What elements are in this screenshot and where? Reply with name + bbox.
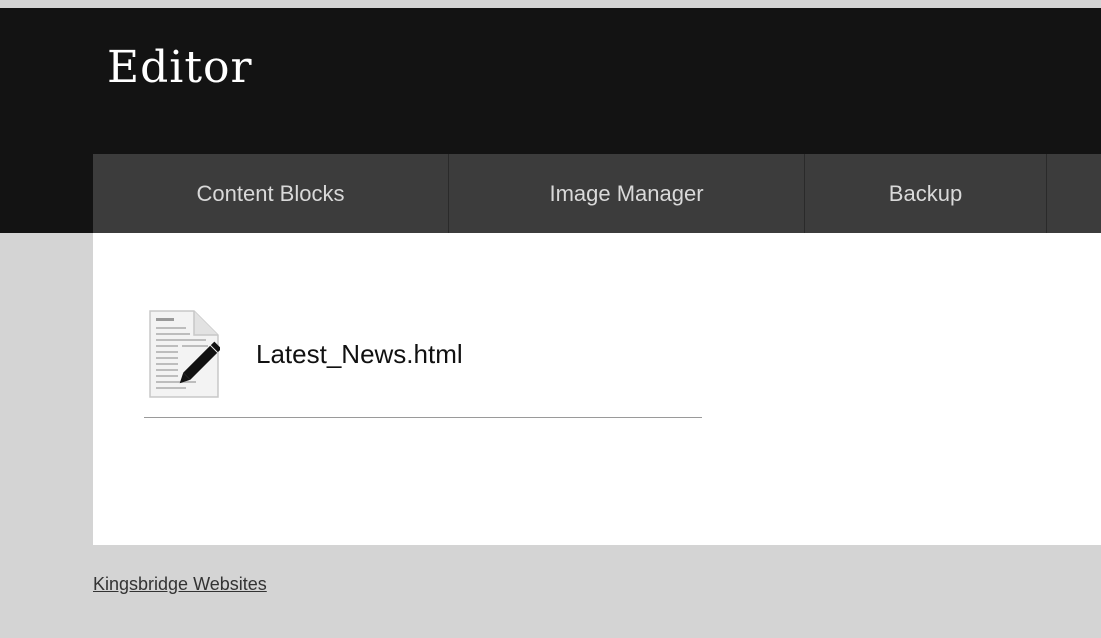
tab-content-blocks[interactable]: Content Blocks xyxy=(93,154,449,233)
file-name: Latest_News.html xyxy=(256,339,463,369)
main-nav: Content Blocks Image Manager Backup xyxy=(93,154,1101,233)
footer-credit-link[interactable]: Kingsbridge Websites xyxy=(93,574,267,595)
html-document-edit-icon xyxy=(148,309,222,399)
tab-overflow[interactable] xyxy=(1047,154,1101,233)
editor-page: Editor Content Blocks Image Manager Back… xyxy=(0,0,1101,638)
tab-backup[interactable]: Backup xyxy=(805,154,1047,233)
app-title: Editor xyxy=(107,42,253,93)
file-list-item[interactable]: Latest_News.html xyxy=(144,309,702,418)
tab-image-manager[interactable]: Image Manager xyxy=(449,154,805,233)
content-panel: Latest_News.html xyxy=(93,233,1101,545)
